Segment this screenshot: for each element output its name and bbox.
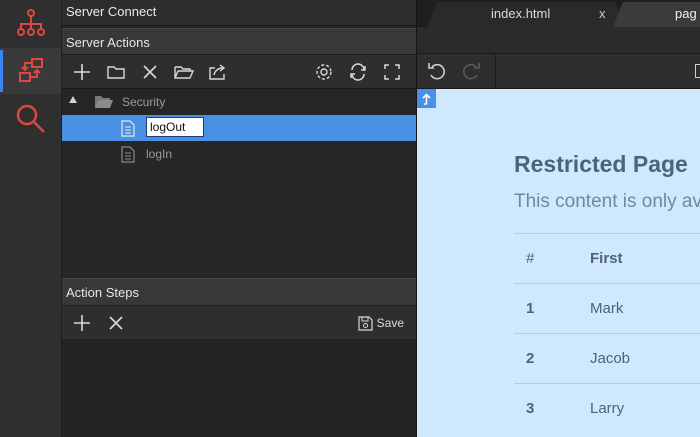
rail-search-button[interactable]: [0, 96, 61, 142]
device-view-icon[interactable]: [695, 64, 700, 78]
collapse-triangle-icon[interactable]: [69, 96, 77, 103]
panel-title: Server Connect: [62, 0, 416, 26]
open-folder-button[interactable]: [172, 60, 196, 84]
undo-icon: [428, 63, 445, 80]
table-row: 1 Mark: [514, 283, 700, 333]
fullscreen-icon: [384, 64, 400, 80]
folder-open-icon: [95, 96, 113, 108]
tree-folder-security[interactable]: Security: [62, 89, 416, 115]
table-cell: 2: [526, 350, 535, 367]
add-action-button[interactable]: [70, 60, 94, 84]
add-icon: [74, 315, 90, 331]
rail-server-connect-button[interactable]: [0, 48, 61, 94]
settings-button[interactable]: [312, 60, 336, 84]
users-table: # First 1 Mark 2 Jacob 3 Larry: [514, 233, 700, 433]
action-steps-body: [62, 339, 416, 437]
table-cell: 3: [526, 400, 535, 417]
export-button[interactable]: [206, 60, 230, 84]
server-actions-tree: Security logIn: [62, 89, 416, 277]
add-step-button[interactable]: [70, 311, 94, 335]
hierarchy-icon: [16, 9, 45, 36]
delete-icon: [109, 316, 123, 330]
server-actions-toolbar: [62, 55, 416, 89]
save-icon: [358, 315, 373, 331]
tab-close-icon[interactable]: x: [599, 2, 606, 26]
table-row: 3 Larry: [514, 383, 700, 433]
table-header-cell: First: [590, 250, 623, 267]
table-row: 2 Jacob: [514, 333, 700, 383]
tab-page[interactable]: pag: [613, 2, 700, 27]
tab-label: index.html: [491, 6, 551, 21]
document-tabs: index.html x pag: [417, 0, 700, 27]
tree-item-label: logIn: [146, 147, 173, 161]
refresh-icon: [350, 63, 366, 81]
toolbar-separator: [495, 54, 496, 88]
save-label: Save: [376, 316, 404, 330]
action-steps-header: Action Steps: [62, 278, 416, 306]
save-button[interactable]: Save: [358, 312, 404, 334]
left-rail: [0, 0, 62, 437]
tab-index-html[interactable]: index.html x: [427, 2, 625, 27]
arrow-up-icon: [422, 92, 431, 105]
refresh-button[interactable]: [346, 60, 370, 84]
table-cell: Jacob: [590, 350, 631, 367]
action-steps-toolbar: Save: [62, 306, 416, 340]
add-icon: [74, 64, 90, 80]
server-actions-header: Server Actions: [62, 28, 416, 55]
table-cell: Mark: [590, 300, 624, 317]
open-folder-icon: [174, 66, 195, 79]
export-icon: [209, 64, 226, 80]
table-header-cell: #: [526, 250, 535, 267]
page-preview: Restricted Page This content is only ava…: [417, 89, 700, 437]
page-subtitle: This content is only ava: [514, 191, 700, 212]
editor-toolbar-top: [417, 27, 700, 54]
redo-icon: [463, 63, 480, 80]
tree-item-logout[interactable]: [62, 115, 416, 141]
tree-item-login[interactable]: logIn: [62, 141, 416, 167]
table-cell: Larry: [590, 400, 625, 417]
fullscreen-button[interactable]: [380, 60, 404, 84]
delete-icon: [143, 65, 157, 79]
rail-app-structure-button[interactable]: [0, 0, 61, 46]
table-header-row: # First: [514, 233, 700, 283]
tab-label: pag: [675, 6, 697, 21]
server-connect-icon: [18, 58, 43, 82]
new-folder-icon: [107, 66, 125, 79]
search-icon: [16, 104, 45, 133]
page-title: Restricted Page: [514, 151, 688, 177]
delete-button[interactable]: [138, 60, 162, 84]
tree-folder-label: Security: [122, 95, 166, 109]
select-parent-button[interactable]: [417, 89, 436, 108]
undo-button[interactable]: [425, 59, 449, 83]
settings-icon: [316, 64, 332, 80]
redo-button[interactable]: [459, 59, 483, 83]
table-cell: 1: [526, 300, 535, 317]
server-connect-panel: Server Connect Server Actions Security l…: [62, 0, 416, 437]
delete-step-button[interactable]: [104, 311, 128, 335]
new-folder-button[interactable]: [104, 60, 128, 84]
rename-input[interactable]: [146, 117, 204, 137]
editor-toolbar: [417, 54, 700, 89]
file-icon: [121, 120, 135, 137]
file-icon: [121, 146, 135, 163]
